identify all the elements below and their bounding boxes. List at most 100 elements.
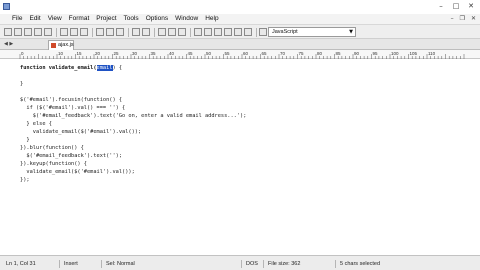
document-controls: – ❐ ✕ [451, 14, 476, 24]
status-selection: 5 chars selected [340, 261, 381, 267]
new-file-icon[interactable] [4, 28, 12, 36]
ruler-label: 55 [225, 51, 231, 56]
toolbar [0, 24, 480, 39]
menu-edit[interactable]: Edit [29, 14, 40, 24]
toolbar-separator [128, 28, 129, 37]
code-line[interactable]: if ($('#email').val() === '') { [20, 105, 125, 112]
menu-tools[interactable]: Tools [124, 14, 139, 24]
open-file-icon[interactable] [14, 28, 22, 36]
menu-bar: File Edit View Format Project Tools Opti… [0, 14, 480, 24]
print-preview-icon[interactable] [70, 28, 78, 36]
menu-help[interactable]: Help [205, 14, 218, 24]
ruler-toggle-icon[interactable] [224, 28, 232, 36]
ruler-label: 60 [243, 51, 249, 56]
ruler-label: 65 [262, 51, 268, 56]
word-wrap-icon[interactable] [194, 28, 202, 36]
tab-scroll-icon[interactable]: ◀ ▶ [4, 41, 13, 47]
minimize-button[interactable]: – [436, 2, 446, 11]
tab-label: ajax.js [58, 42, 74, 48]
ruler-label: 75 [299, 51, 305, 56]
copy-icon[interactable] [106, 28, 114, 36]
code-line[interactable]: function validate_email(email) { [20, 65, 122, 72]
code-editor[interactable]: function validate_email(email) { } $('#e… [0, 59, 480, 255]
status-mode[interactable]: Insert [60, 260, 102, 268]
menu-options[interactable]: Options [146, 14, 168, 24]
save-icon[interactable] [24, 28, 32, 36]
undo-icon[interactable] [132, 28, 140, 36]
show-spaces-icon[interactable] [204, 28, 212, 36]
status-position: Ln 1, Col 31 [2, 260, 60, 268]
toolbar-separator [256, 28, 257, 37]
ruler-label: 40 [169, 51, 175, 56]
ruler-label: 30 [132, 51, 138, 56]
maximize-button[interactable]: □ [451, 2, 461, 11]
ruler-label: 10 [58, 51, 64, 56]
code-line[interactable]: validate_email($('#email').val()); [20, 169, 134, 176]
print-icon[interactable] [60, 28, 68, 36]
window-controls: – □ ✕ [436, 2, 476, 11]
code-line[interactable]: $('#email').focusin(function() { [20, 97, 122, 104]
status-bar: Ln 1, Col 31 Insert Sel: Normal DOS File… [0, 255, 480, 270]
ruler-label: 110 [428, 51, 436, 56]
ruler-label: 20 [95, 51, 101, 56]
ruler-label: 95 [373, 51, 379, 56]
close-button[interactable]: ✕ [466, 2, 476, 11]
find-icon[interactable] [158, 28, 166, 36]
chevron-down-icon: ▼ [349, 29, 353, 35]
status-filesize: File size: 362 [264, 260, 336, 268]
ruler-label: 25 [114, 51, 120, 56]
replace-icon[interactable] [178, 28, 186, 36]
app-icon[interactable] [3, 3, 10, 10]
tab-ajax-js[interactable]: ajax.js [48, 40, 74, 50]
language-select-value: JavaScript [272, 29, 298, 35]
toolbar-separator [92, 28, 93, 37]
ruler: 0 10 15 20 25 30 35 40 45 50 55 60 65 70 75 80 85 90 95 100… [0, 50, 480, 59]
menu-view[interactable]: View [48, 14, 62, 24]
code-text: ) { [112, 65, 123, 71]
code-line[interactable]: } [20, 81, 23, 88]
selected-text: email [96, 65, 113, 71]
close-file-icon[interactable] [44, 28, 52, 36]
ruler-ticks: 0 10 15 20 25 30 35 40 45 50 55 60 65 70 75 80 85 90 95 100… [19, 51, 465, 59]
cut-icon[interactable] [96, 28, 104, 36]
status-format: Sel: Normal [102, 260, 242, 268]
column-mode-icon[interactable] [214, 28, 222, 36]
ruler-label: 80 [317, 51, 323, 56]
ruler-label: 45 [188, 51, 194, 56]
paste-icon[interactable] [116, 28, 124, 36]
menu-format[interactable]: Format [69, 14, 90, 24]
ruler-label: 35 [151, 51, 157, 56]
doc-close-button[interactable]: ✕ [471, 14, 476, 24]
title-bar: – □ ✕ [0, 0, 480, 14]
code-line[interactable]: $('#email_feedback').text('Go on, enter … [20, 113, 247, 120]
spellcheck-icon[interactable] [80, 28, 88, 36]
ruler-label: 85 [336, 51, 342, 56]
menu-file[interactable]: File [12, 14, 22, 24]
line-numbers-icon[interactable] [234, 28, 242, 36]
toolbar-separator [154, 28, 155, 37]
syntax-icon[interactable] [259, 28, 267, 36]
doc-minimize-button[interactable]: – [451, 14, 454, 24]
toolbar-separator [190, 28, 191, 37]
code-line[interactable]: }).blur(function() { [20, 145, 84, 152]
fullscreen-icon[interactable] [244, 28, 252, 36]
redo-icon[interactable] [142, 28, 150, 36]
code-line[interactable]: validate_email($('#email').val()); [20, 129, 141, 136]
ruler-label: 70 [280, 51, 286, 56]
ruler-label: 15 [77, 51, 83, 56]
menu-window[interactable]: Window [175, 14, 198, 24]
toolbar-separator [56, 28, 57, 37]
ruler-label: 90 [354, 51, 360, 56]
find-next-icon[interactable] [168, 28, 176, 36]
code-line[interactable]: }).keyup(function() { [20, 161, 87, 168]
language-select[interactable]: JavaScript ▼ [268, 27, 356, 37]
code-line[interactable]: } [20, 137, 29, 144]
code-line[interactable]: }); [20, 177, 30, 184]
code-line[interactable]: $('#email_feedback').text(''); [20, 153, 122, 160]
code-text: function validate_email( [20, 65, 97, 71]
menu-project[interactable]: Project [96, 14, 116, 24]
code-line[interactable]: } else { [20, 121, 52, 128]
save-all-icon[interactable] [34, 28, 42, 36]
doc-restore-button[interactable]: ❐ [460, 14, 465, 24]
ruler-label: 100 [391, 51, 399, 56]
